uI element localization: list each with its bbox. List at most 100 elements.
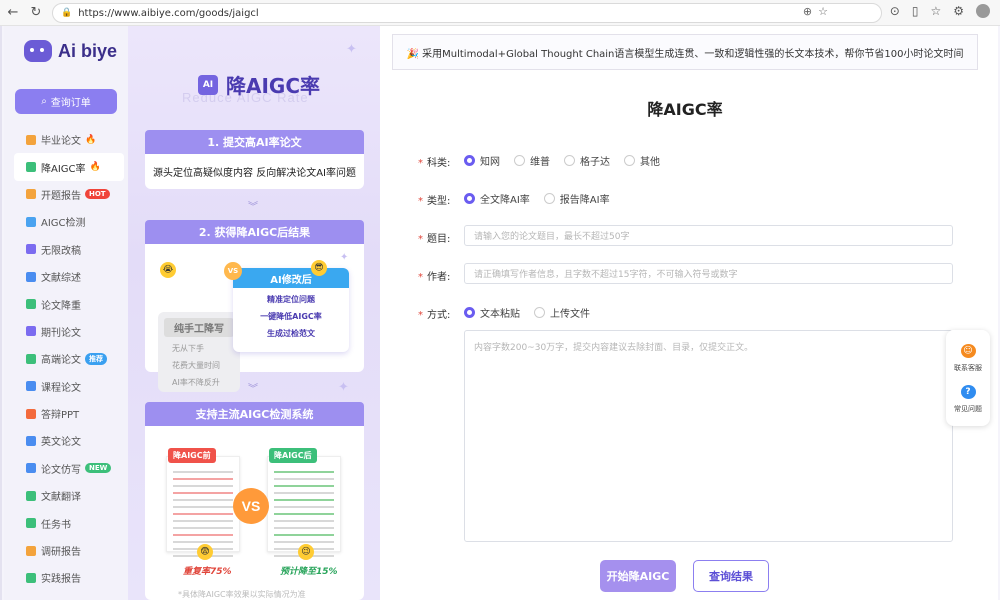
document-before-image <box>166 456 240 557</box>
menu-item-icon <box>26 545 36 556</box>
type-radio-fulltext[interactable]: 全文降AI率 <box>464 191 530 206</box>
sidebar-item[interactable]: 高端论文 推荐 <box>14 345 124 372</box>
ai-rewrite-card: AI修改后 精准定位问题 一键降低AIGC率 生成过检范文 <box>233 268 349 352</box>
author-input[interactable]: 请正确填写作者信息，且字数不超过15字符，不可输入符号或数字 <box>464 263 953 284</box>
menu-item-icon <box>26 490 36 501</box>
customer-service-icon[interactable]: ☺ <box>960 344 976 358</box>
sidebar-item-label: 答辩PPT <box>41 410 80 422</box>
menu-item-icon <box>26 244 36 255</box>
type-label: * 类型: <box>418 196 451 207</box>
sidebar-item-label: 期刊论文 <box>41 327 81 339</box>
sidebar-item[interactable]: 降AIGC率 🔥 <box>14 153 124 181</box>
sidebar-item[interactable]: 文献翻译 <box>14 482 124 509</box>
sidebar-item-label: 课程论文 <box>41 382 81 394</box>
sidebar-item[interactable]: 任务书 <box>14 509 124 536</box>
sidebar-item-label: 降AIGC率 <box>41 163 86 175</box>
type-radio-group: 全文降AI率 报告降AI率 <box>464 191 610 206</box>
topic-label: * 题目: <box>418 234 451 245</box>
reload-icon[interactable]: ↻ <box>26 3 46 23</box>
sidebar-item[interactable]: 论文仿写 NEW <box>14 455 124 482</box>
sidebar-item-label: 论文仿写 <box>41 464 81 476</box>
step1-header: 1. 提交高AI率论文 <box>145 130 364 154</box>
manual-rewrite-card: 纯手工降写 无从下手 花费大量时间 AI率不降反升 <box>158 312 240 392</box>
customer-service-label[interactable]: 联系客服 <box>954 363 982 373</box>
subject-radio-cnki[interactable]: 知网 <box>464 153 500 168</box>
step1-box: 源头定位高疑似度内容 反向解决论文AI率问题 <box>145 154 364 189</box>
sidebar-item-label: 英文论文 <box>41 437 81 449</box>
query-result-button[interactable]: 查询结果 <box>693 560 769 592</box>
sidebar-item[interactable]: 毕业论文 🔥 <box>14 126 124 153</box>
sidebar-item[interactable]: AIGC检测 <box>14 208 124 235</box>
subject-radio-group: 知网 维普 格子达 其他 <box>464 153 660 168</box>
cool-face-icon: 😎 <box>311 260 327 276</box>
sidebar-item-label: AIGC检测 <box>41 218 86 230</box>
favorites-icon[interactable]: ☆ <box>930 4 941 18</box>
sidebar-item[interactable]: 调研报告 <box>14 537 124 564</box>
fire-icon: 🔥 <box>85 134 97 145</box>
subject-radio-gezida[interactable]: 格子达 <box>564 153 610 168</box>
menu-item-icon <box>26 162 36 173</box>
sidebar-item[interactable]: 英文论文 <box>14 427 124 454</box>
sidebar-item-label: 实践报告 <box>41 574 81 586</box>
sparkle-icon: ✦ <box>346 42 357 57</box>
address-bar[interactable]: 🔒 https://www.aibiye.com/goods/jaigcl <box>52 3 882 23</box>
fire-icon: 🔥 <box>89 162 101 173</box>
menu-tag-badge: 推荐 <box>85 352 107 365</box>
chevron-down-icon: ︾ <box>248 202 258 213</box>
query-order-button[interactable]: ⌕ 查询订单 <box>15 89 117 114</box>
extension-icon[interactable]: ⊙ <box>890 4 900 18</box>
menu-item-icon <box>26 189 36 200</box>
split-screen-icon[interactable]: ▯ <box>912 4 919 18</box>
promo-title-text: 降AIGC率 <box>226 74 321 98</box>
ai-item: 精准定位问题 <box>267 295 315 304</box>
content-textarea[interactable]: 内容字数200~30万字，提交内容建议去除封面、目录，仅提交正文。 <box>464 330 953 542</box>
sidebar-item[interactable]: 无限改稿 <box>14 236 124 263</box>
favorite-star-icon[interactable]: ☆ <box>818 5 828 18</box>
start-reduce-button[interactable]: 开始降AIGC <box>600 560 676 592</box>
ai-title: AI修改后 <box>233 268 349 288</box>
faq-icon[interactable]: ? <box>960 385 976 399</box>
sidebar-item-label: 任务书 <box>41 519 71 531</box>
notice-banner: 🎉 采用Multimodal+Global Thought Chain语言模型生… <box>392 34 978 70</box>
subject-radio-vip[interactable]: 维普 <box>514 153 550 168</box>
profile-avatar[interactable] <box>976 4 990 18</box>
method-radio-upload[interactable]: 上传文件 <box>534 305 590 320</box>
floating-help-panel: ☺ 联系客服 ? 常见问题 <box>946 330 990 426</box>
faq-label[interactable]: 常见问题 <box>954 404 982 414</box>
manual-title: 纯手工降写 <box>164 318 234 337</box>
extensions-icon[interactable]: ⚙ <box>953 4 964 18</box>
topic-input[interactable]: 请输入您的论文题目，最长不超过50字 <box>464 225 953 246</box>
ai-item: 一键降低AIGC率 <box>260 312 322 321</box>
step3-header: 支持主流AIGC检测系统 <box>145 402 364 426</box>
type-radio-report[interactable]: 报告降AI率 <box>543 191 610 206</box>
main-content: 🎉 采用Multimodal+Global Thought Chain语言模型生… <box>380 26 998 600</box>
logo[interactable]: Ai biye <box>24 40 117 62</box>
sidebar-item-label: 毕业论文 <box>41 136 81 148</box>
method-radio-paste[interactable]: 文本粘贴 <box>464 305 520 320</box>
happy-face-icon: 😉 <box>298 544 314 560</box>
sidebar-item[interactable]: 开题报告 HOT <box>14 181 124 208</box>
sidebar-item[interactable]: 答辩PPT <box>14 400 124 427</box>
sidebar-item-label: 调研报告 <box>41 547 81 559</box>
vs-badge-large: VS <box>233 488 269 524</box>
sidebar-item[interactable]: 期刊论文 <box>14 318 124 345</box>
subject-radio-other[interactable]: 其他 <box>624 153 660 168</box>
sidebar-item[interactable]: 实践报告 <box>14 564 124 591</box>
sidebar-item-label: 高端论文 <box>41 355 81 367</box>
before-rate: 重复率75% <box>183 567 232 577</box>
menu-item-icon <box>26 463 36 474</box>
promo-footnote: *具体降AIGC率效果以实际情况为准 <box>178 590 306 599</box>
back-icon[interactable]: ← <box>3 3 23 23</box>
menu-item-icon <box>26 216 36 227</box>
sidebar-item-label: 无限改稿 <box>41 245 81 257</box>
menu-item-icon <box>26 572 36 583</box>
sidebar: Ai biye ⌕ 查询订单 毕业论文 🔥 降AIGC率 🔥 开题报告 HOT AIGC检测… <box>4 26 128 600</box>
manual-item: 无从下手 <box>172 344 204 353</box>
sidebar-item[interactable]: 课程论文 <box>14 373 124 400</box>
zoom-icon[interactable]: ⊕ <box>803 5 812 18</box>
menu-item-icon <box>26 435 36 446</box>
ai-item: 生成过检范文 <box>267 329 315 338</box>
sidebar-item[interactable]: 文献综述 <box>14 263 124 290</box>
method-radio-group: 文本粘贴 上传文件 <box>464 305 590 320</box>
sidebar-item[interactable]: 论文降重 <box>14 290 124 317</box>
